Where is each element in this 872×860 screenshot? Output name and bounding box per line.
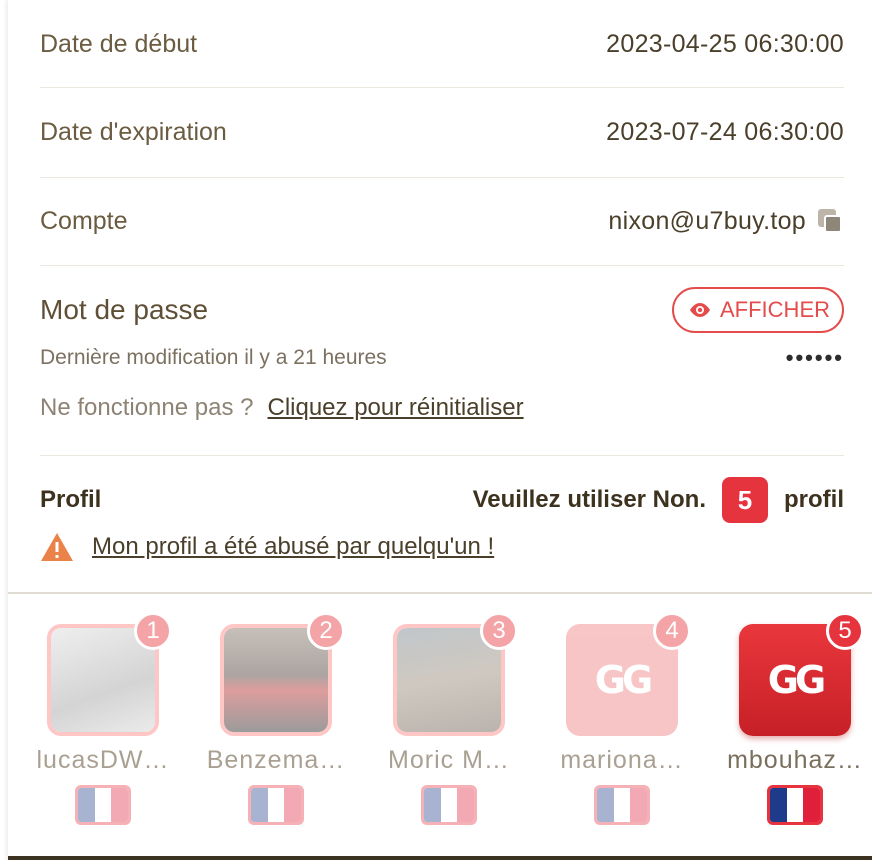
profile-name: mbouhaz… xyxy=(727,746,863,774)
profile-use-suffix: profil xyxy=(784,486,844,513)
password-masked: •••••• xyxy=(785,345,844,370)
profile-card-3[interactable]: 3 Moric M… xyxy=(374,612,524,825)
bottom-edge xyxy=(8,856,872,860)
profile-selector: 1 lucasDW… 2 Benzema… 3 Moric M… GG 4 ma… xyxy=(8,594,872,860)
profile-number: 2 xyxy=(307,612,345,650)
divider xyxy=(40,177,844,178)
profile-card-5[interactable]: GG 5 mbouhaz… xyxy=(720,612,870,825)
profile-use-prefix: Veuillez utiliser Non. xyxy=(472,486,706,513)
account-value: nixon@u7buy.top xyxy=(608,206,806,235)
password-meta-row: Dernière modification il y a 21 heures •… xyxy=(40,342,844,374)
profile-name: Moric M… xyxy=(388,746,510,774)
expiry-date-label: Date d'expiration xyxy=(40,117,227,146)
password-label: Mot de passe xyxy=(40,294,209,325)
abuse-report-row: Mon profil a été abusé par quelqu'un ! xyxy=(40,532,494,562)
profile-name: Benzema… xyxy=(206,746,346,774)
profile-number-badge: 5 xyxy=(722,477,768,523)
divider xyxy=(40,87,844,88)
profile-number: 5 xyxy=(826,612,864,650)
account-value-wrap: nixon@u7buy.top xyxy=(608,207,844,236)
france-flag-icon xyxy=(75,785,131,825)
profile-name: mariona… xyxy=(560,746,684,774)
profile-card-4[interactable]: GG 4 mariona… xyxy=(547,612,697,825)
password-row: Mot de passe AFFICHER xyxy=(40,286,844,334)
profile-number: 4 xyxy=(653,612,691,650)
expiry-date-value: 2023-07-24 06:30:00 xyxy=(606,117,844,146)
account-row: Compte nixon@u7buy.top xyxy=(40,199,844,243)
france-flag-icon xyxy=(248,785,304,825)
profile-card-2[interactable]: 2 Benzema… xyxy=(201,612,351,825)
profile-instruction: Veuillez utiliser Non. 5 profil xyxy=(473,477,844,523)
profile-name: lucasDW… xyxy=(36,746,170,774)
profile-row: Profil Veuillez utiliser Non. 5 profil xyxy=(40,476,844,524)
profile-number: 1 xyxy=(134,612,172,650)
account-label: Compte xyxy=(40,206,128,235)
gg-logo: GG xyxy=(767,658,826,702)
start-date-row: Date de début 2023-04-25 06:30:00 xyxy=(40,22,844,66)
france-flag-icon xyxy=(421,785,477,825)
start-date-label: Date de début xyxy=(40,29,198,58)
show-password-button[interactable]: AFFICHER xyxy=(672,287,844,333)
reset-password-link[interactable]: Cliquez pour réinitialiser xyxy=(267,394,523,422)
france-flag-icon xyxy=(767,785,823,825)
not-working-text: Ne fonctionne pas ? xyxy=(40,394,254,421)
profile-card-1[interactable]: 1 lucasDW… xyxy=(28,612,178,825)
expiry-date-row: Date d'expiration 2023-07-24 06:30:00 xyxy=(40,110,844,154)
warning-icon xyxy=(41,533,73,561)
divider xyxy=(40,455,844,456)
copy-icon[interactable] xyxy=(816,207,844,235)
profile-label: Profil xyxy=(40,486,102,513)
start-date-value: 2023-04-25 06:30:00 xyxy=(606,29,844,58)
divider xyxy=(40,265,844,266)
reset-row: Ne fonctionne pas ? Cliquez pour réiniti… xyxy=(40,390,844,426)
password-last-modified: Dernière modification il y a 21 heures xyxy=(40,346,387,369)
gg-logo: GG xyxy=(594,658,653,702)
profile-number: 3 xyxy=(480,612,518,650)
abuse-report-link[interactable]: Mon profil a été abusé par quelqu'un ! xyxy=(92,533,494,561)
eye-icon xyxy=(690,303,710,317)
show-password-label: AFFICHER xyxy=(720,297,830,322)
france-flag-icon xyxy=(594,785,650,825)
